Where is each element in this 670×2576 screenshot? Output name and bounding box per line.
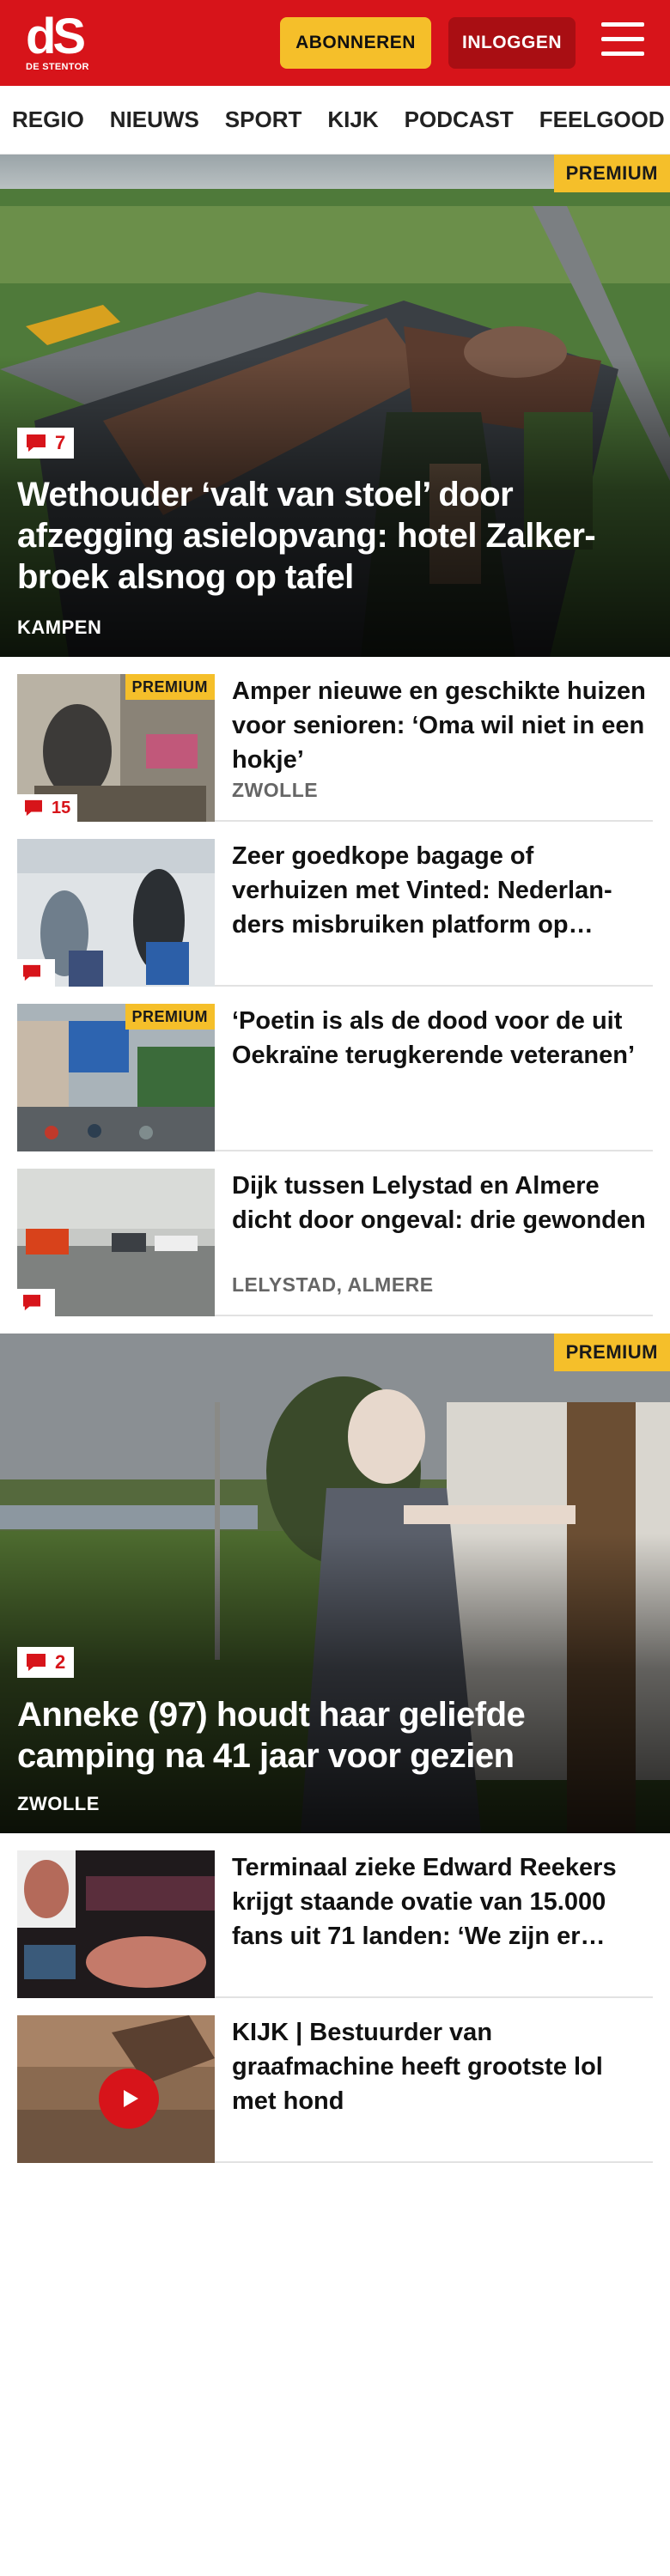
article-headline[interactable]: ‘Poetin is als de dood voor de uit Oekra… [232,1004,653,1072]
login-button[interactable]: INLOGGEN [448,17,576,69]
article-location: LELYSTAD, ALMERE [232,1273,434,1296]
hero-headline[interactable]: Anneke (97) houdt haar geliefde camping … [17,1694,653,1777]
nav-item-podcast[interactable]: PODCAST [405,106,514,133]
play-button[interactable] [99,2069,159,2129]
nav-item-regio[interactable]: REGIO [12,106,84,133]
premium-badge: PREMIUM [553,155,670,192]
logo-mark: dS [26,9,86,64]
comment-icon [25,799,42,817]
site-logo[interactable]: dS DE STENTOR [17,9,112,77]
nav-item-kijk[interactable]: KIJK [327,106,378,133]
thumbnail-image [17,1850,215,1998]
comment-icon [27,1654,46,1671]
comment-icon [23,1294,40,1311]
article-thumbnail[interactable]: PREMIUM [17,1004,215,1151]
list-item[interactable]: KIJK | Bestuurder van graafmachine heeft… [17,1998,653,2163]
list-item[interactable]: PREMIUM ‘Poetin is als de dood voor de u… [17,987,653,1151]
comment-count-badge[interactable] [17,959,55,987]
comment-count-badge[interactable] [17,1289,55,1316]
article-location: ZWOLLE [232,779,319,801]
hero-article-camping[interactable]: PREMIUM 2 Anneke (97) houdt haar geliefd… [0,1334,670,1833]
article-thumbnail[interactable] [17,1850,215,1998]
list-item[interactable]: Zeer goedkope bagage of verhuizen met Vi… [17,822,653,987]
article-headline[interactable]: Amper nieuwe en geschikte huizen voor se… [232,674,653,777]
article-thumbnail[interactable] [17,1169,215,1316]
comment-count-badge[interactable]: 2 [17,1647,75,1678]
article-thumbnail[interactable] [17,839,215,987]
premium-badge: PREMIUM [553,1334,670,1371]
hamburger-icon[interactable] [601,22,644,62]
hero-article-hotel[interactable]: PREMIUM 7 Wethouder ‘valt van stoel’ doo… [0,155,670,657]
comment-count: 15 [52,798,71,817]
hero-location: KAMPEN [17,617,102,638]
premium-badge: PREMIUM [125,1004,215,1030]
nav-item-sport[interactable]: SPORT [225,106,302,133]
premium-badge: PREMIUM [125,674,215,700]
article-headline[interactable]: Terminaal zieke Edward Reekers krijgt st… [232,1850,653,1953]
subscribe-button[interactable]: ABONNEREN [280,17,431,69]
play-icon [124,2090,138,2107]
nav-item-feelgood[interactable]: FEELGOOD [539,106,665,133]
comment-icon [23,964,40,981]
list-item[interactable]: Dijk tussen Lelystad en Almere dicht doo… [17,1151,653,1316]
comment-count-badge[interactable]: 7 [17,428,75,459]
article-headline[interactable]: Dijk tussen Lelystad en Almere dicht doo… [232,1169,653,1237]
comment-count: 7 [55,432,66,453]
nav-item-nieuws[interactable]: NIEUWS [110,106,199,133]
list-item[interactable]: PREMIUM 15 Amper nieuwe en geschikte hui… [17,657,653,822]
site-header: dS DE STENTOR ABONNEREN INLOGGEN [0,0,670,86]
comment-count-badge[interactable]: 15 [17,794,78,822]
article-thumbnail[interactable]: PREMIUM 15 [17,674,215,822]
logo-subtitle: DE STENTOR [26,62,89,72]
hero-location: ZWOLLE [17,1793,100,1814]
article-headline[interactable]: KIJK | Bestuurder van graafmachine heeft… [232,2015,653,2118]
list-item[interactable]: Terminaal zieke Edward Reekers krijgt st… [17,1833,653,1998]
article-thumbnail[interactable] [17,2015,215,2163]
comment-icon [27,434,46,452]
hero-headline[interactable]: Wethouder ‘valt van stoel’ door afzeggin… [17,474,653,598]
article-headline[interactable]: Zeer goedkope bagage of verhuizen met Vi… [232,839,653,942]
comment-count: 2 [55,1651,66,1673]
section-nav: REGIO NIEUWS SPORT KIJK PODCAST FEELGOOD… [0,86,670,155]
